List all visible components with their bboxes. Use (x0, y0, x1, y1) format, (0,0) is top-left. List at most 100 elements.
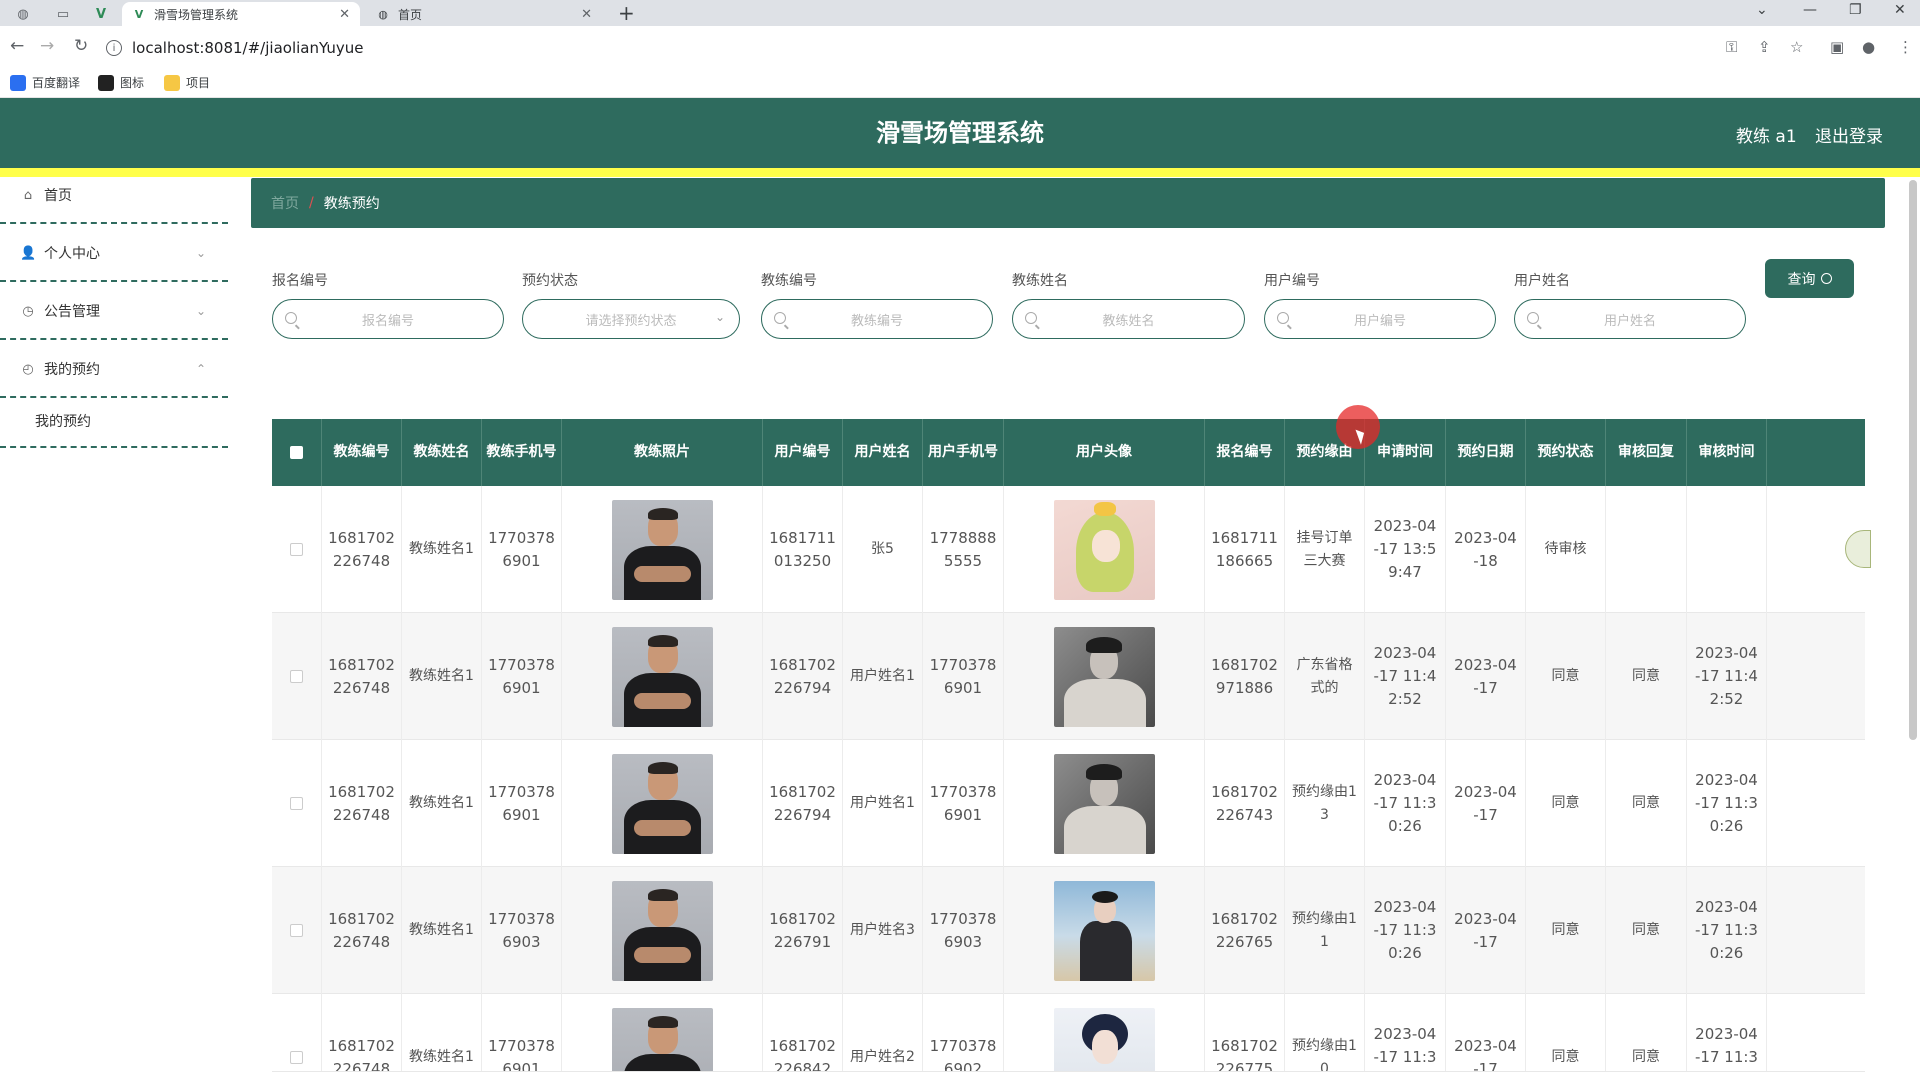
bookmark-baidu-translate[interactable]: 百度翻译 (10, 74, 80, 91)
search-icon (774, 312, 786, 324)
sidebar-item-my-booking[interactable]: ◴ 我的预约 ⌃ (0, 342, 228, 398)
globe-icon[interactable]: ◍ (6, 3, 40, 25)
cell-apply-time: 2023-04-17 11:42:52 (1365, 613, 1446, 740)
user-name-input[interactable]: 用户姓名 (1514, 299, 1746, 339)
table-row[interactable]: 1681702226748 教练姓名1 17703786901 16817110… (272, 486, 1865, 613)
coach-photo[interactable] (611, 753, 713, 854)
user-avatar[interactable] (1053, 753, 1155, 854)
tab-ski-system[interactable]: V 滑雪场管理系统 ✕ (122, 2, 360, 26)
sidebar-subitem-label: 我的预约 (35, 414, 91, 430)
cell-coach-no: 1681702226748 (322, 740, 402, 867)
url-field[interactable]: i localhost:8081/#/jiaolianYuyue (106, 32, 1766, 64)
table-row[interactable]: 1681702226748 教练姓名1 17703786901 16817022… (272, 994, 1865, 1072)
vue-logo-icon: V (134, 7, 144, 21)
key-icon[interactable]: ⚿ (1726, 38, 1737, 56)
coach-name-input[interactable]: 教练姓名 (1012, 299, 1245, 339)
signup-no-input[interactable]: 报名编号 (272, 299, 504, 339)
minimize-icon[interactable]: — (1803, 2, 1817, 18)
bookmark-icons[interactable]: 图标 (98, 74, 144, 91)
chevron-down-icon[interactable]: ⌄ (1756, 2, 1768, 18)
booking-status-select[interactable]: 请选择预约状态 ⌄ (522, 299, 740, 339)
info-icon[interactable]: i (106, 40, 122, 56)
user-avatar[interactable] (1053, 880, 1155, 981)
logout-button[interactable]: 退出登录 (1815, 122, 1883, 147)
window-close-icon[interactable]: ✕ (1894, 2, 1906, 18)
sidebar-item-label: 个人中心 (44, 246, 100, 262)
row-select-cell (272, 613, 322, 740)
breadcrumb-home[interactable]: 首页 (271, 193, 299, 213)
chevron-up-icon: ⌃ (195, 362, 206, 376)
cell-user-phone: 17703786901 (923, 740, 1004, 867)
cell-reason: 预约缘由10 (1285, 994, 1365, 1071)
star-icon[interactable]: ☆ (1790, 38, 1803, 56)
column-header: 用户头像 (1004, 419, 1205, 486)
column-header: 预约状态 (1526, 419, 1606, 486)
column-header: 教练姓名 (402, 419, 482, 486)
share-icon[interactable]: ⇪ (1758, 38, 1771, 56)
profile-icon[interactable]: ● (1862, 38, 1875, 56)
cell-date: 2023-04-18 (1446, 486, 1526, 613)
coach-photo[interactable] (611, 626, 713, 727)
cell-status: 同意 (1526, 994, 1606, 1071)
folder-icon (164, 74, 180, 91)
reload-icon[interactable]: ↻ (74, 36, 88, 56)
cell-coach-photo (562, 867, 763, 994)
blank-tab-icon[interactable]: ▭ (46, 3, 80, 25)
query-button[interactable]: 查询 (1765, 259, 1854, 298)
cell-user-name: 用户姓名2 (843, 994, 923, 1071)
cell-user-avatar (1004, 486, 1205, 613)
sidebar-item-home[interactable]: ⌂ 首页 (0, 168, 228, 224)
row-checkbox[interactable] (290, 543, 303, 556)
forward-arrow-icon[interactable]: → (40, 36, 54, 56)
cell-status: 待审核 (1526, 486, 1606, 613)
cell-apply-time: 2023-04-17 13:59:47 (1365, 486, 1446, 613)
coach-photo[interactable] (611, 1007, 713, 1071)
select-all-cell (272, 419, 322, 486)
menu-dots-icon[interactable]: ⋮ (1898, 38, 1913, 56)
user-no-input[interactable]: 用户编号 (1264, 299, 1496, 339)
sidebar-subitem-my-booking[interactable]: 我的预约 (0, 396, 228, 448)
sidepanel-icon[interactable]: ▣ (1830, 38, 1844, 56)
user-avatar[interactable] (1053, 499, 1155, 600)
cursor-highlight (1336, 405, 1380, 449)
back-arrow-icon[interactable]: ← (10, 36, 24, 56)
cell-coach-no: 1681702226748 (322, 994, 402, 1071)
coach-no-input[interactable]: 教练编号 (761, 299, 993, 339)
bookmark-project[interactable]: 项目 (164, 74, 210, 91)
coach-photo[interactable] (611, 499, 713, 600)
restore-icon[interactable]: ❐ (1849, 2, 1862, 18)
coach-photo[interactable] (611, 880, 713, 981)
app-title: 滑雪场管理系统 (876, 119, 1044, 147)
cell-coach-name: 教练姓名1 (402, 867, 482, 994)
cell-user-avatar (1004, 740, 1205, 867)
vue-tab-icon[interactable]: V (84, 3, 118, 25)
cell-coach-phone: 17703786901 (482, 486, 562, 613)
table-row[interactable]: 1681702226748 教练姓名1 17703786903 16817022… (272, 867, 1865, 994)
filter-label-user-no: 用户编号 (1264, 273, 1320, 289)
row-checkbox[interactable] (290, 670, 303, 683)
cell-reply: 同意 (1606, 867, 1687, 994)
breadcrumb-separator: / (309, 195, 314, 211)
user-avatar[interactable] (1053, 626, 1155, 727)
cell-coach-no: 1681702226748 (322, 486, 402, 613)
select-all-checkbox[interactable] (290, 446, 303, 459)
input-placeholder: 报名编号 (361, 313, 414, 329)
page-scrollbar[interactable] (1909, 180, 1917, 740)
cell-apply-time: 2023-04-17 11:30:26 (1365, 867, 1446, 994)
table-row[interactable]: 1681702226748 教练姓名1 17703786901 16817022… (272, 613, 1865, 740)
new-tab-icon[interactable]: + (618, 1, 635, 25)
sidebar-item-label: 公告管理 (44, 304, 100, 320)
select-placeholder: 请选择预约状态 (585, 313, 677, 329)
row-checkbox[interactable] (290, 1051, 303, 1064)
cell-reply (1606, 486, 1687, 613)
user-avatar[interactable] (1053, 1007, 1155, 1071)
close-icon[interactable]: ✕ (581, 7, 592, 22)
row-checkbox[interactable] (290, 797, 303, 810)
table-row[interactable]: 1681702226748 教练姓名1 17703786901 16817022… (272, 740, 1865, 867)
row-checkbox[interactable] (290, 924, 303, 937)
sidebar-item-personal-center[interactable]: 👤 个人中心 ⌄ (0, 226, 228, 282)
search-icon (1277, 312, 1289, 324)
tab-home[interactable]: ◍ 首页 ✕ (366, 2, 602, 26)
sidebar-item-notice-management[interactable]: ◷ 公告管理 ⌄ (0, 284, 228, 340)
close-icon[interactable]: ✕ (339, 7, 350, 22)
